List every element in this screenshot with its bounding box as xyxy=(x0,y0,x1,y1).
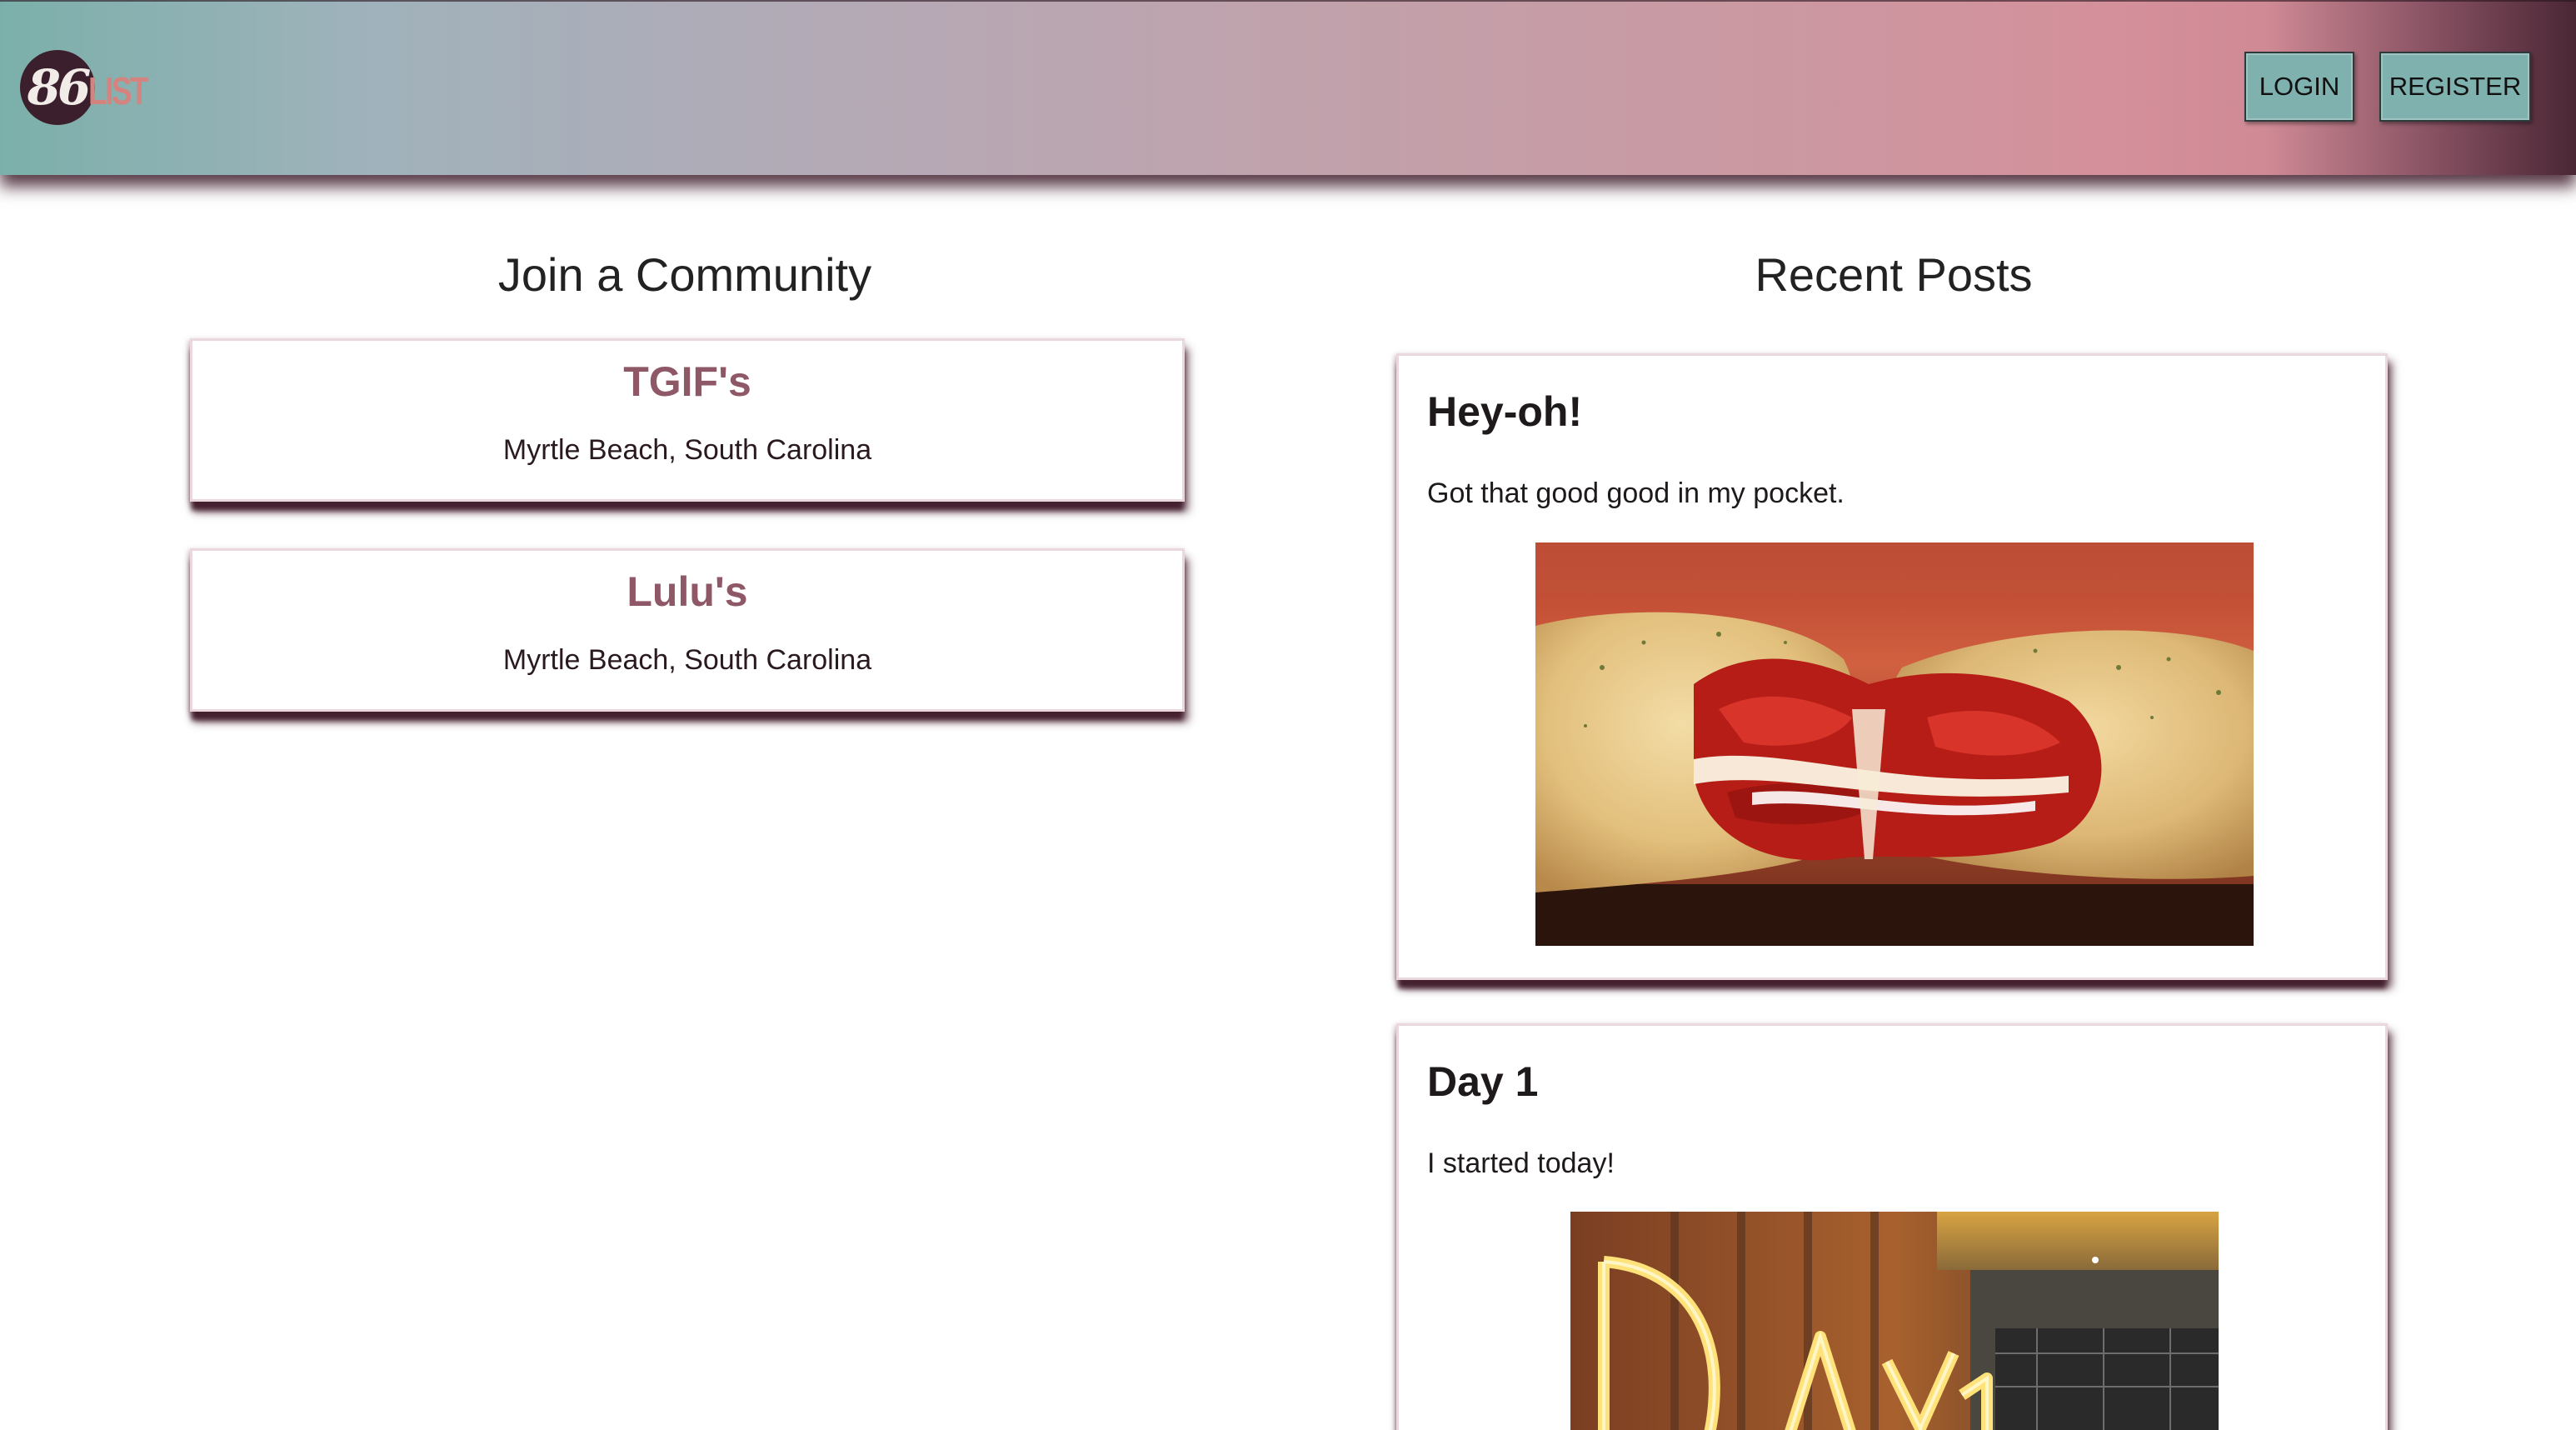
post-card: Day 1 I started today! xyxy=(1396,1023,2388,1430)
register-button[interactable]: REGISTER xyxy=(2379,52,2531,122)
site-logo[interactable]: 86 LIST xyxy=(20,50,170,127)
post-card: Hey-oh! Got that good good in my pocket. xyxy=(1396,353,2388,980)
login-button[interactable]: LOGIN xyxy=(2244,52,2354,122)
calzone-image xyxy=(1535,542,2254,946)
page: 86 LIST LOGIN REGISTER Join a Community … xyxy=(0,0,2576,1430)
community-card[interactable]: TGIF's Myrtle Beach, South Carolina xyxy=(190,338,1185,502)
top-navbar: 86 LIST LOGIN REGISTER xyxy=(0,0,2576,175)
logo-word: LIST xyxy=(88,69,149,112)
community-location: Myrtle Beach, South Carolina xyxy=(502,644,872,676)
communities-heading: Join a Community xyxy=(497,248,872,301)
post-title: Day 1 xyxy=(1427,1058,1539,1105)
day-1-image xyxy=(1570,1212,2219,1430)
community-location: Myrtle Beach, South Carolina xyxy=(502,434,872,466)
post-body: Got that good good in my pocket. xyxy=(1427,478,1845,509)
calzone-photo xyxy=(1535,542,2254,946)
logo-badge: 86 xyxy=(20,50,95,125)
community-name: Lulu's xyxy=(627,568,748,615)
community-name: TGIF's xyxy=(623,358,751,405)
recent-posts-heading: Recent Posts xyxy=(1755,248,2033,301)
post-body: I started today! xyxy=(1427,1148,1615,1179)
community-card[interactable]: Lulu's Myrtle Beach, South Carolina xyxy=(190,548,1185,712)
logo-number: 86 xyxy=(27,59,92,116)
post-title: Hey-oh! xyxy=(1427,388,1583,435)
day-1-neon-sign-photo xyxy=(1570,1212,2219,1430)
